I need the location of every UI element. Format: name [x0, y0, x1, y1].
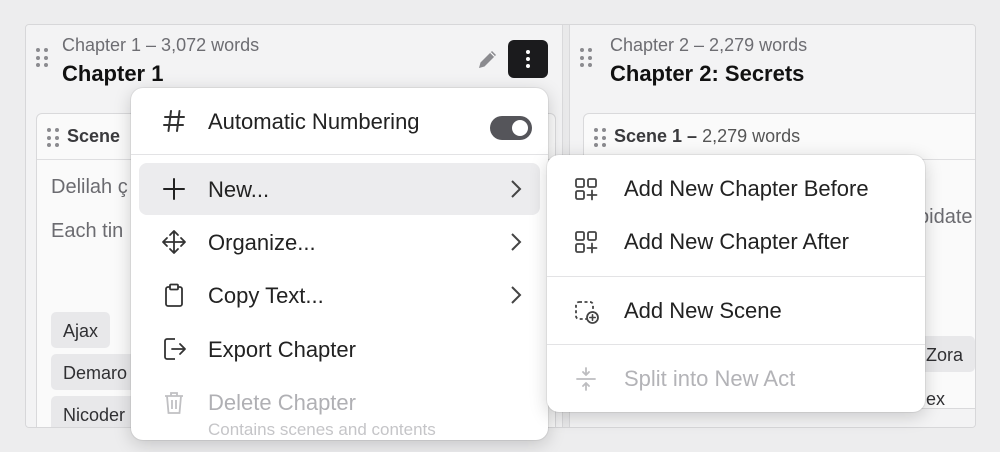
- chapter-word-count: Chapter 1 – 3,072 words: [62, 35, 260, 55]
- delete-chapter-hint: Contains scenes and contents: [208, 420, 436, 439]
- menu-item-organize[interactable]: Organize...: [139, 216, 540, 268]
- split-icon: [576, 367, 596, 391]
- menu-item-automatic-numbering[interactable]: Automatic Numbering: [139, 95, 540, 147]
- trash-icon: [165, 392, 183, 414]
- chapter-word-count: Chapter 2 – 2,279 words: [610, 35, 808, 55]
- scene-plus-icon: [575, 301, 599, 324]
- submenu-item-add-new-scene[interactable]: Add New Scene: [555, 285, 917, 337]
- submenu-item-add-chapter-before[interactable]: Add New Chapter Before: [555, 163, 917, 215]
- submenu-divider: [547, 344, 925, 345]
- submenu-item-label: Split into New Act: [624, 366, 796, 391]
- grid-plus-icon: [575, 178, 598, 201]
- chapter-title[interactable]: Chapter 1: [62, 61, 163, 87]
- menu-item-export-chapter[interactable]: Export Chapter: [139, 323, 540, 375]
- export-icon: [164, 338, 186, 360]
- character-chip[interactable]: Ajax: [51, 312, 111, 348]
- submenu-item-split-into-new-act: Split into New Act: [555, 353, 917, 405]
- menu-divider: [131, 154, 548, 155]
- scene-text-line: pidate: [918, 206, 973, 228]
- chapter-more-button[interactable]: [508, 40, 548, 78]
- character-chip[interactable]: Demaro: [51, 354, 140, 390]
- chevron-right-icon: [511, 286, 522, 304]
- scene-text-line: Each tin: [51, 220, 124, 242]
- menu-item-label: Automatic Numbering: [208, 109, 420, 134]
- plus-icon: [163, 178, 185, 200]
- menu-item-label: Organize...: [208, 230, 316, 255]
- chevron-right-icon: [511, 233, 522, 251]
- chapter-title[interactable]: Chapter 2: Secrets: [610, 61, 804, 87]
- menu-item-label: New...: [208, 177, 270, 202]
- drag-handle-icon[interactable]: [36, 48, 48, 68]
- character-chip[interactable]: Nicoder: [51, 396, 138, 427]
- new-submenu: Add New Chapter Before Add New Chapter A…: [547, 155, 925, 412]
- scene-title: Scene 1 – 2,279 words: [614, 126, 801, 146]
- automatic-numbering-toggle[interactable]: [490, 116, 532, 140]
- grid-plus-icon: [575, 231, 598, 254]
- move-icon: [162, 230, 186, 254]
- chapter-context-menu: Automatic Numbering New... Organize... C…: [131, 88, 548, 440]
- drag-handle-icon[interactable]: [580, 48, 592, 68]
- drag-handle-icon[interactable]: [594, 128, 606, 148]
- chevron-right-icon: [511, 180, 522, 198]
- chapter-header: Chapter 2 – 2,279 words Chapter 2: Secre…: [570, 25, 975, 97]
- submenu-item-label: Add New Chapter Before: [624, 176, 869, 201]
- scene-word-count: 2,279 words: [702, 126, 801, 146]
- scene-header: Scene 1 – 2,279 words: [584, 114, 975, 160]
- scene-title: Scene: [67, 126, 121, 146]
- drag-handle-icon[interactable]: [47, 128, 59, 148]
- more-vertical-icon: [526, 50, 530, 68]
- menu-item-label: Delete Chapter: [208, 390, 356, 415]
- menu-item-label: Export Chapter: [208, 337, 356, 362]
- submenu-item-add-chapter-after[interactable]: Add New Chapter After: [555, 216, 917, 268]
- hash-icon: [163, 110, 185, 132]
- menu-item-new[interactable]: New...: [139, 163, 540, 215]
- clipboard-icon: [165, 283, 183, 307]
- pencil-icon[interactable]: [476, 47, 500, 71]
- submenu-item-label: Add New Chapter After: [624, 229, 850, 254]
- chapter-header: Chapter 1 – 3,072 words Chapter 1: [26, 25, 562, 97]
- submenu-item-label: Add New Scene: [624, 298, 782, 323]
- menu-item-copy-text[interactable]: Copy Text...: [139, 269, 540, 321]
- menu-item-label: Copy Text...: [208, 283, 324, 308]
- scene-text-line: Delilah ç: [51, 176, 128, 198]
- submenu-divider: [547, 276, 925, 277]
